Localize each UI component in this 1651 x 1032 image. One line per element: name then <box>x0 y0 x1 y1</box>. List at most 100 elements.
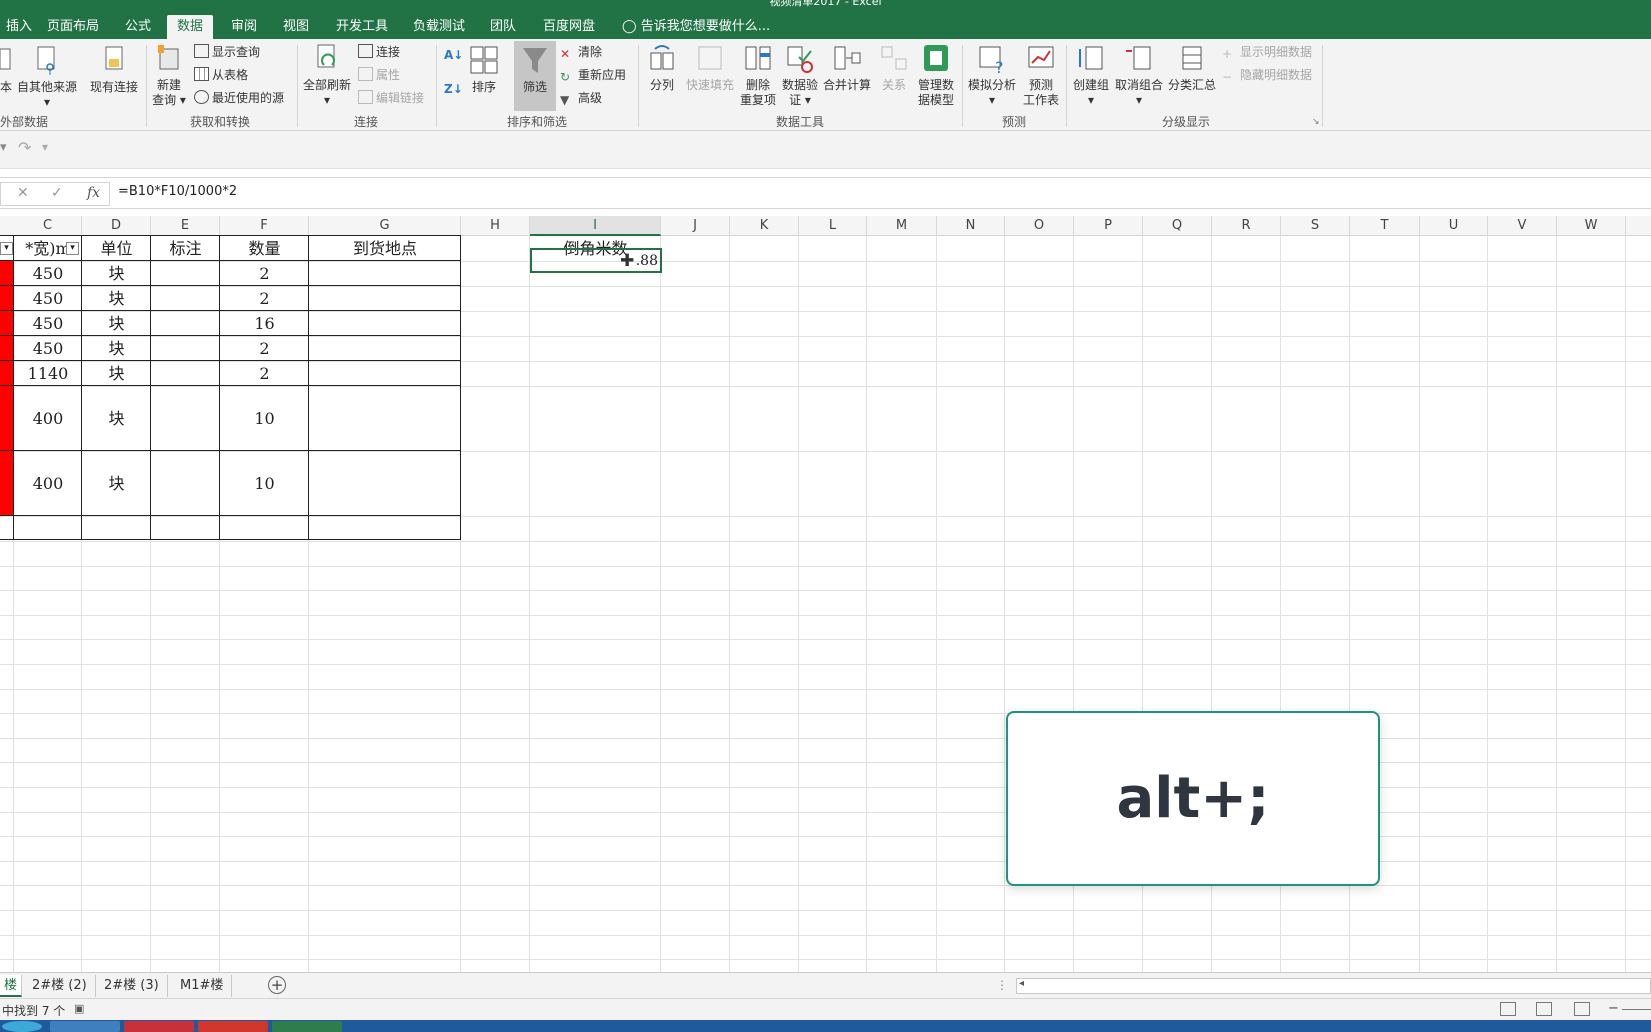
table-cell[interactable]: 1140 <box>14 361 82 386</box>
zoom-out-icon[interactable]: − <box>1608 1001 1619 1016</box>
column-header-g[interactable]: G <box>309 216 461 236</box>
column-header-i[interactable]: I <box>530 216 661 236</box>
sort-asc-button[interactable]: A↓ <box>444 45 463 65</box>
group-button[interactable]: 创建组 ▾ <box>1070 43 1112 108</box>
tab-developer[interactable]: 开发工具 <box>330 15 394 39</box>
table-cell[interactable] <box>151 261 220 286</box>
table-header-cell[interactable]: 标注 <box>151 237 220 260</box>
split-handle-icon[interactable]: ⋮ <box>996 978 1008 992</box>
table-cell[interactable]: 2 <box>220 336 309 361</box>
filter-dropdown-icon[interactable]: ▾ <box>66 242 79 255</box>
column-header-u[interactable]: U <box>1420 216 1488 236</box>
table-cell[interactable]: 2 <box>220 286 309 311</box>
new-query-button[interactable]: 新建 查询 ▾ <box>150 43 188 108</box>
table-cell[interactable] <box>309 261 461 286</box>
table-cell[interactable]: 450 <box>14 286 82 311</box>
taskbar-app-icon[interactable] <box>50 1021 120 1032</box>
sort-button[interactable]: 排序 <box>466 45 502 95</box>
other-sources-button[interactable]: 自其他来源 ▾ <box>16 45 78 110</box>
tab-formulas[interactable]: 公式 <box>119 15 157 39</box>
normal-view-icon[interactable] <box>1500 1002 1516 1016</box>
column-header-t[interactable]: T <box>1350 216 1420 236</box>
column-header-f[interactable]: F <box>220 216 309 236</box>
table-cell[interactable] <box>151 336 220 361</box>
table-header-cell[interactable]: 数量 <box>220 237 309 260</box>
sheet-tab-2-2[interactable]: 2#楼 (2) <box>24 975 96 997</box>
tab-load-test[interactable]: 负载测试 <box>407 15 471 39</box>
table-cell[interactable] <box>309 516 461 540</box>
edit-links-button[interactable]: 编辑链接 <box>358 88 424 108</box>
table-cell[interactable]: 10 <box>220 451 309 516</box>
scroll-left-icon[interactable]: ◂ <box>1019 978 1024 989</box>
function-icon[interactable]: fx <box>87 185 100 201</box>
formula-input[interactable]: =B10*F10/1000*2 <box>118 184 237 199</box>
page-break-view-icon[interactable] <box>1574 1002 1590 1016</box>
tab-team[interactable]: 团队 <box>484 15 522 39</box>
table-cell[interactable]: 450 <box>14 311 82 336</box>
taskbar-excel-icon[interactable] <box>272 1021 342 1032</box>
reapply-button[interactable]: ↻ 重新应用 <box>560 65 626 85</box>
flash-fill-button[interactable]: 快速填充 <box>684 43 736 93</box>
table-cell[interactable]: 2 <box>220 261 309 286</box>
table-cell[interactable]: 16 <box>220 311 309 336</box>
text-to-columns-button[interactable]: 分列 <box>644 43 680 93</box>
sheet-tab-active[interactable]: 楼 <box>0 975 23 997</box>
table-cell[interactable] <box>309 451 461 516</box>
data-validation-button[interactable]: 数据验证 ▾ <box>780 43 820 108</box>
consolidate-button[interactable]: 合并计算 <box>822 43 872 93</box>
table-cell[interactable]: 块 <box>82 336 151 361</box>
column-header-j[interactable]: J <box>661 216 730 236</box>
relationships-button[interactable]: 关系 <box>874 43 914 93</box>
table-cell[interactable]: 10 <box>220 386 309 451</box>
table-header-cell[interactable]: 到货地点 <box>309 237 461 260</box>
table-cell[interactable]: 块 <box>82 386 151 451</box>
cancel-icon[interactable]: ✕ <box>17 185 29 201</box>
table-cell[interactable] <box>151 451 220 516</box>
hide-detail-button[interactable]: − 隐藏明细数据 <box>1222 65 1312 85</box>
add-sheet-icon[interactable]: + <box>268 976 286 994</box>
table-cell[interactable]: 450 <box>14 336 82 361</box>
subtotal-button[interactable]: 分类汇总 <box>1166 43 1218 93</box>
column-header-c[interactable]: C <box>14 216 82 236</box>
remove-duplicates-button[interactable]: 删除 重复项 <box>738 43 778 108</box>
redo-dropdown-icon[interactable]: ▾ <box>42 140 48 154</box>
recent-sources-button[interactable]: 最近使用的源 <box>194 88 284 108</box>
worksheet-grid[interactable]: CDEFGHIJKLMNOPQRSTUVW *宽)m 单位 标注 数量 到货地点 450 块… <box>0 216 1651 972</box>
advanced-filter-button[interactable]: ▼ 高级 <box>560 88 602 108</box>
column-header-p[interactable]: P <box>1074 216 1143 236</box>
refresh-all-button[interactable]: 全部刷新 ▾ <box>302 43 352 108</box>
show-queries-button[interactable]: 显示查询 <box>194 42 260 62</box>
table-cell[interactable]: 450 <box>14 261 82 286</box>
table-cell[interactable] <box>151 386 220 451</box>
table-cell[interactable] <box>309 311 461 336</box>
table-cell[interactable] <box>151 311 220 336</box>
column-header-h[interactable]: H <box>461 216 530 236</box>
page-layout-view-icon[interactable] <box>1536 1002 1552 1016</box>
table-cell[interactable] <box>309 361 461 386</box>
table-cell[interactable] <box>14 516 82 540</box>
dialog-launcher-icon[interactable]: ↘ <box>1312 117 1320 127</box>
column-header-q[interactable]: Q <box>1143 216 1212 236</box>
table-cell[interactable] <box>309 286 461 311</box>
column-header-r[interactable]: R <box>1212 216 1281 236</box>
redo-icon[interactable]: ↷ <box>18 138 31 157</box>
tab-page-layout[interactable]: 页面布局 <box>41 15 105 39</box>
table-cell[interactable]: 400 <box>14 451 82 516</box>
sort-desc-button[interactable]: Z↓ <box>444 79 463 99</box>
manage-data-model-button[interactable]: 管理数 据模型 <box>914 43 958 108</box>
table-cell[interactable]: 2 <box>220 361 309 386</box>
taskbar-app-icon[interactable] <box>198 1021 268 1032</box>
clear-filter-button[interactable]: ✕ 清除 <box>560 42 602 62</box>
column-header-n[interactable]: N <box>937 216 1005 236</box>
sheet-tab-2-3[interactable]: 2#楼 (3) <box>96 975 168 997</box>
table-header-cell[interactable]: 单位 <box>82 237 151 260</box>
macro-record-icon[interactable]: ▣ <box>74 1002 84 1015</box>
zoom-slider[interactable] <box>1622 1009 1651 1010</box>
properties-button[interactable]: 属性 <box>358 65 400 85</box>
table-cell[interactable] <box>82 516 151 540</box>
tab-view[interactable]: 视图 <box>277 15 315 39</box>
tab-review[interactable]: 审阅 <box>225 15 263 39</box>
from-text-button[interactable]: 本 <box>0 45 12 95</box>
table-cell[interactable] <box>151 361 220 386</box>
connections-button[interactable]: 连接 <box>358 42 400 62</box>
